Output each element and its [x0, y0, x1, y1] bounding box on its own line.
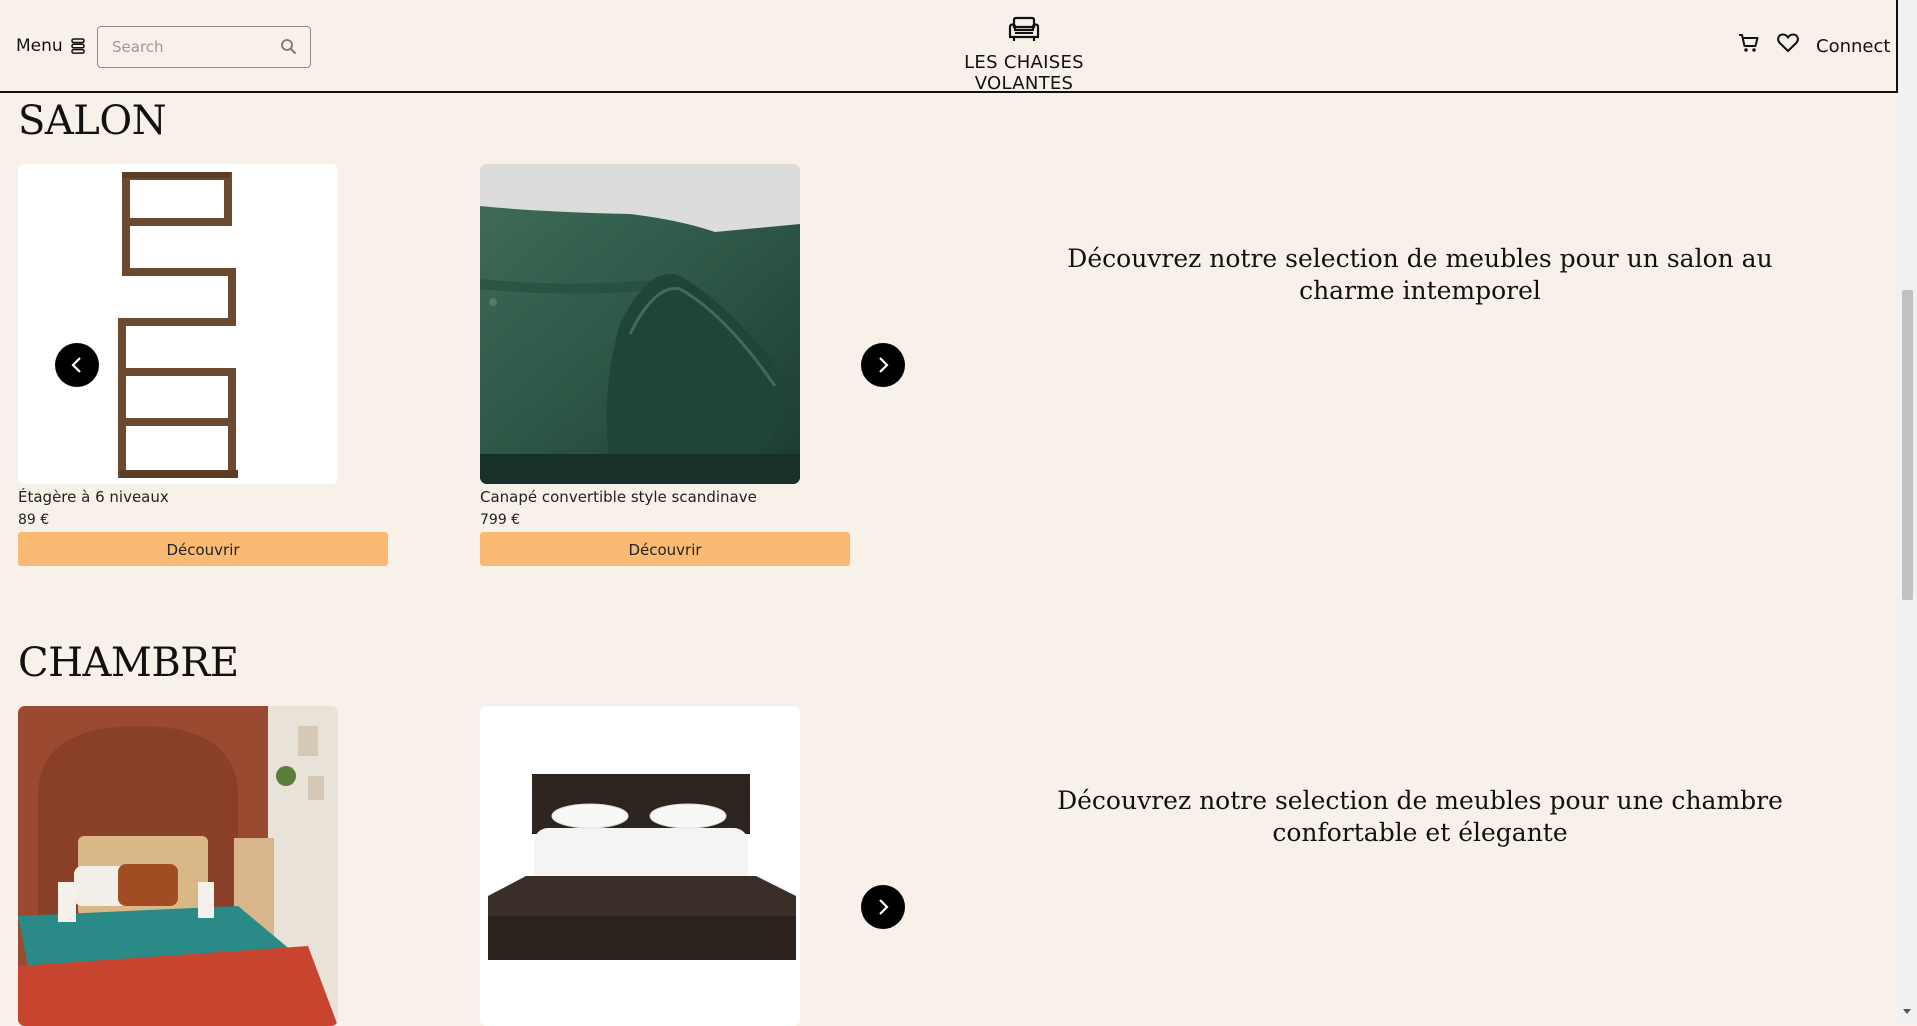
- sofa-image: [480, 164, 800, 484]
- discover-button[interactable]: Découvrir: [480, 532, 850, 566]
- menu-button[interactable]: Menu: [16, 36, 85, 56]
- section-tagline-salon: Découvrez notre selection de meubles pou…: [1067, 244, 1773, 305]
- connect-link[interactable]: Connect: [1816, 36, 1890, 57]
- brand-name: LES CHAISES VOLANTES: [964, 52, 1084, 94]
- product-name[interactable]: Étagère à 6 niveaux: [18, 488, 169, 506]
- search-icon[interactable]: [280, 38, 298, 56]
- search-input[interactable]: [112, 27, 272, 67]
- section-tagline-chambre: Découvrez notre selection de meubles pou…: [1057, 786, 1783, 847]
- menu-icon: [70, 38, 85, 54]
- carousel-next-button[interactable]: [861, 885, 905, 929]
- section-title-chambre: CHAMBRE: [18, 640, 239, 686]
- brand-logo[interactable]: LES CHAISES VOLANTES: [918, 16, 1130, 94]
- scroll-down-arrow-icon[interactable]: [1903, 1009, 1911, 1014]
- menu-label: Menu: [16, 36, 63, 56]
- shelf-image: [18, 164, 338, 484]
- product-price: 799 €: [480, 512, 521, 528]
- site-header: Menu LES CHAISES VOLANTES Connect: [0, 0, 1898, 94]
- armchair-logo-icon: [1008, 16, 1040, 41]
- bed-image: [480, 706, 800, 1026]
- chevron-left-icon: [71, 357, 81, 373]
- discover-button[interactable]: Découvrir: [18, 532, 388, 566]
- product-image-canape[interactable]: [480, 164, 800, 484]
- scrollbar-thumb[interactable]: [1902, 290, 1913, 600]
- product-image-etagere[interactable]: [18, 164, 338, 484]
- chevron-right-icon: [879, 357, 889, 373]
- bedroom-image: [18, 706, 338, 1026]
- cart-icon[interactable]: [1738, 32, 1760, 54]
- carousel-next-button[interactable]: [861, 343, 905, 387]
- product-image-chambre-2[interactable]: [480, 706, 800, 1026]
- search-field[interactable]: [97, 26, 311, 68]
- product-price: 89 €: [18, 512, 50, 528]
- heart-icon[interactable]: [1777, 33, 1799, 53]
- carousel-prev-button[interactable]: [55, 343, 99, 387]
- chevron-right-icon: [879, 899, 889, 915]
- product-name[interactable]: Canapé convertible style scandinave: [480, 488, 757, 506]
- section-title-salon: SALON: [18, 98, 167, 144]
- page-scrollbar[interactable]: [1898, 0, 1917, 1022]
- product-image-chambre-1[interactable]: [18, 706, 338, 1026]
